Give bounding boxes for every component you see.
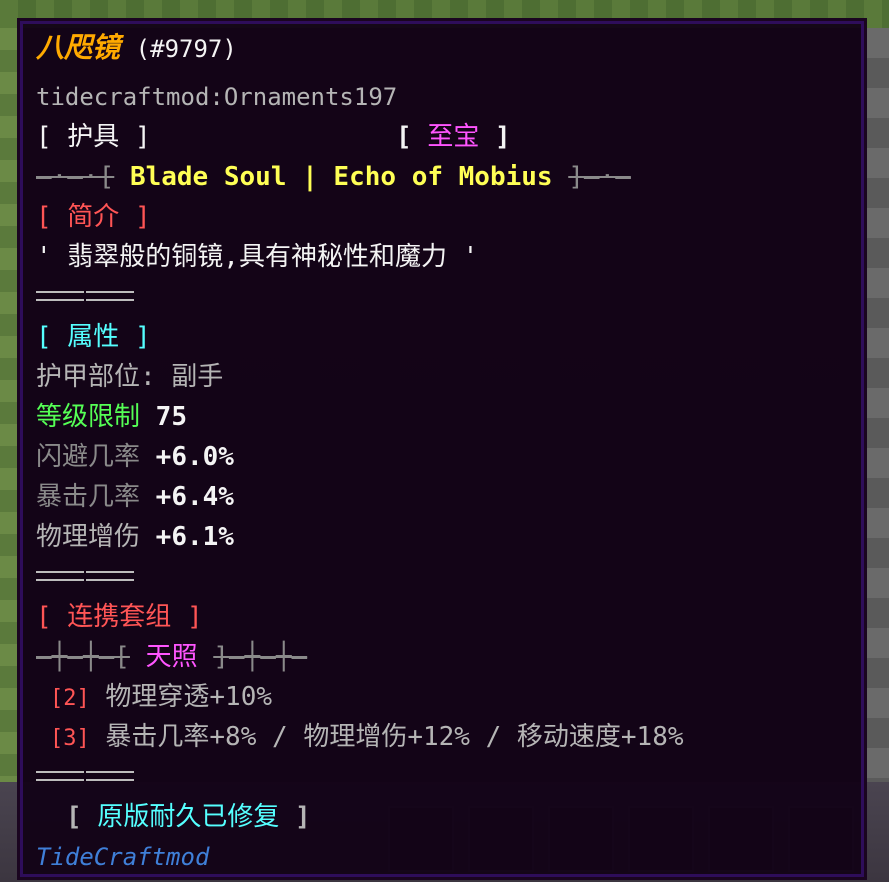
item-description: ' 翡翠般的铜镜,具有神秘性和魔力 ' (36, 242, 479, 272)
stat-label: 暴击几率 (36, 482, 141, 512)
level-requirement-row: 等级限制 75 (36, 401, 187, 433)
item-tooltip: 八咫镜 (#9797) tidecraftmod:Ornaments197 [ … (17, 18, 867, 880)
set-header: [ 连携套组 ] (36, 602, 203, 632)
stat-row: 物理增伤 +6.1% (36, 521, 234, 553)
stat-row: 闪避几率 +6.0% (36, 441, 234, 473)
level-value: 75 (155, 402, 187, 432)
stat-label: 物理增伤 (36, 522, 141, 552)
set-bonus-count: [2] (50, 686, 90, 711)
tag-row: [ 护具 ] [ 至宝 ] (36, 121, 511, 153)
separator (36, 291, 134, 301)
rarity-tag: [ 至宝 ] (396, 122, 511, 152)
item-title-row: 八咫镜 (#9797) (36, 32, 237, 65)
set-name: 天照 (145, 642, 198, 672)
mod-name: TideCraftmod (36, 843, 210, 871)
stat-value: +6.0% (155, 442, 234, 472)
repair-status-row: [ 原版耐久已修复 ] (66, 802, 311, 832)
set-bonus-row: [2] 物理穿透+10% (50, 681, 272, 715)
series-row: —·—·[ Blade Soul | Echo of Mobius ]—·— (36, 162, 631, 192)
repair-status: 原版耐久已修复 (97, 802, 280, 832)
set-bonus-text: 暴击几率+8% / 物理增伤+12% / 移动速度+18% (105, 722, 684, 752)
separator (36, 571, 134, 581)
armor-slot: 护甲部位: 副手 (36, 362, 224, 392)
series-name: Blade Soul | Echo of Mobius (129, 162, 553, 192)
set-bonus-row: [3] 暴击几率+8% / 物理增伤+12% / 移动速度+18% (50, 721, 684, 755)
separator (36, 771, 134, 781)
rarity-label: 至宝 (427, 122, 480, 152)
stat-row: 暴击几率 +6.4% (36, 481, 234, 513)
item-name: 八咫镜 (36, 31, 121, 64)
set-name-row: —┼—┼—[ 天照 ]—┼—┼— (36, 642, 308, 672)
level-label: 等级限制 (36, 402, 141, 432)
intro-header: [ 简介 ] (36, 202, 151, 232)
item-registry-id: tidecraftmod:Ornaments197 (36, 83, 398, 111)
item-id: (#9797) (135, 35, 237, 63)
stat-label: 闪避几率 (36, 442, 141, 472)
set-bonus-count: [3] (50, 726, 90, 751)
equipment-type-tag: [ 护具 ] (36, 122, 151, 152)
attributes-header: [ 属性 ] (36, 322, 151, 352)
set-bonus-text: 物理穿透+10% (105, 682, 273, 712)
right-world-edge (865, 28, 889, 788)
stat-value: +6.1% (155, 522, 234, 552)
stat-value: +6.4% (155, 482, 234, 512)
